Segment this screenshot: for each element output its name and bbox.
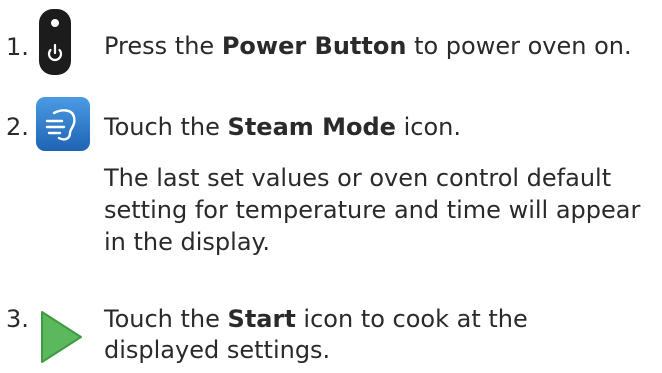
step-1-number: 1.: [6, 33, 29, 61]
step-2-text-pre: Touch the: [104, 113, 228, 141]
step-1-text-post: to power oven on.: [406, 32, 632, 60]
step-1-text-pre: Press the: [104, 32, 222, 60]
step-2-note: The last set values or oven control defa…: [104, 164, 641, 256]
step-3-text-bold: Start: [227, 305, 296, 333]
step-1-text-bold: Power Button: [221, 32, 407, 60]
step-3-text-line2: displayed settings.: [104, 336, 331, 364]
step-3-text-pre: Touch the: [104, 305, 228, 333]
power-button-icon: [38, 8, 72, 80]
step-2-number: 2.: [6, 113, 29, 141]
step-3-text-post: icon to cook at the: [295, 305, 528, 333]
step-2-text-post: icon.: [395, 113, 461, 141]
step-2-text-bold: Steam Mode: [227, 113, 396, 141]
start-play-icon: [38, 309, 84, 369]
step-1-text: Press the Power Button to power oven on.: [104, 31, 656, 62]
steam-mode-icon: [34, 95, 92, 157]
step-2-text: Touch the Steam Mode icon.: [104, 112, 656, 143]
step-3-number: 3.: [6, 305, 29, 333]
step-3-text: Touch the Start icon to cook at the: [104, 304, 656, 335]
